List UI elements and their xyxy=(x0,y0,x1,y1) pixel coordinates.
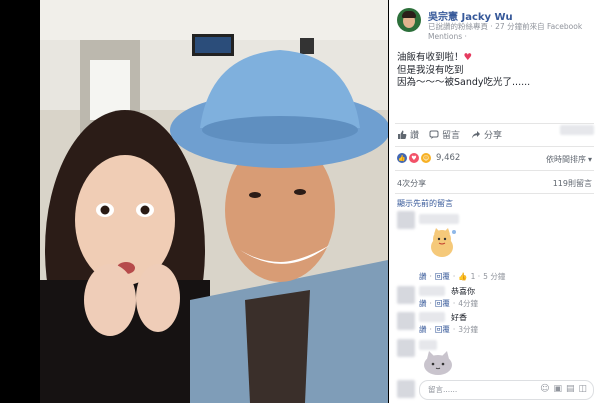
post-line-3: 因為～～～被Sandy吃光了...... xyxy=(397,77,531,88)
comment-footer: 讚 · 回覆 · 👍 1 · 5 分鐘 xyxy=(419,271,506,282)
blurred-content xyxy=(419,286,445,296)
comment-time: 3分鐘 xyxy=(458,325,479,334)
divider xyxy=(395,146,594,147)
comment-footer: 讚 · 回覆 · 4分鐘 xyxy=(419,298,479,309)
post-panel: 吳宗憲 Jacky Wu 已說讚的粉絲專頁 · 27 分鐘前來自 Faceboo… xyxy=(389,0,600,403)
comment-like-link[interactable]: 讚 xyxy=(419,298,427,309)
reaction-count: 9,462 xyxy=(436,153,461,163)
composer-avatar xyxy=(397,380,415,398)
comment-input-placeholder: 留言...... xyxy=(428,385,458,394)
comment-reply-link[interactable]: 回覆 xyxy=(435,298,450,309)
divider xyxy=(395,193,594,194)
like-icon xyxy=(398,130,407,139)
share-button[interactable]: 分享 xyxy=(471,128,502,141)
share-count[interactable]: 4次分享 xyxy=(397,178,426,189)
camera-icon[interactable]: ▣ xyxy=(553,384,562,394)
sort-dropdown[interactable]: 依時間排序 ▾ xyxy=(546,154,592,165)
comment-avatar[interactable] xyxy=(397,312,415,330)
comment-footer: 讚 · 回覆 · 3分鐘 xyxy=(419,324,479,335)
gif-icon[interactable]: ▤ xyxy=(566,384,575,394)
haha-reaction-icon: ☺ xyxy=(421,153,431,163)
avatar[interactable] xyxy=(397,8,421,32)
cat-sticker xyxy=(431,228,456,257)
comment-like-link[interactable]: 讚 xyxy=(419,324,427,335)
heart-icon: ♥ xyxy=(463,52,473,63)
chevron-down-icon: ▾ xyxy=(587,155,592,164)
comment-avatar[interactable] xyxy=(397,211,415,229)
blurred-content xyxy=(419,214,459,224)
comment-icon xyxy=(429,130,439,139)
photo-illustration xyxy=(40,0,388,403)
post-line-1: 油飯有收到啦！♥ xyxy=(397,52,473,63)
post-actions: 讚 留言 分享 xyxy=(389,128,600,144)
emoji-icon[interactable]: ☺ xyxy=(540,384,549,394)
post-line-2: 但是我沒有吃到 xyxy=(397,64,464,76)
like-icon: 👍 xyxy=(458,272,468,281)
author-name[interactable]: 吳宗憲 Jacky Wu xyxy=(428,8,513,23)
share-icon xyxy=(472,130,480,138)
comment-input[interactable]: 留言...... ☺ ▣ ▤ ◫ xyxy=(419,380,594,400)
comment-avatar[interactable] xyxy=(397,339,415,357)
comment-count[interactable]: 119則留言 xyxy=(553,178,592,189)
comment-button[interactable]: 留言 xyxy=(429,128,460,141)
comment-time: 5 分鐘 xyxy=(483,272,506,281)
like-reaction-icon: 👍 xyxy=(397,153,407,163)
comment-avatar[interactable] xyxy=(397,286,415,304)
comment-time: 4分鐘 xyxy=(458,299,479,308)
like-button[interactable]: 讚 xyxy=(397,128,419,141)
comment-reply-link[interactable]: 回覆 xyxy=(435,271,450,282)
comment-like-link[interactable]: 讚 xyxy=(419,271,427,282)
post-photo[interactable] xyxy=(40,0,388,403)
cat-sticker xyxy=(424,351,452,375)
post-meta: 已說讚的粉絲專頁 · 27 分鐘前來自 Facebook Mentions · xyxy=(428,22,583,41)
reaction-summary[interactable]: 👍 ♥ ☺ 9,462 xyxy=(397,153,460,163)
sticker-icon[interactable]: ◫ xyxy=(578,384,587,394)
comment-text: 好香 xyxy=(451,313,467,322)
divider xyxy=(395,123,594,124)
post-header: 吳宗憲 Jacky Wu 已說讚的粉絲專頁 · 27 分鐘前來自 Faceboo… xyxy=(397,6,594,41)
composer-icons: ☺ ▣ ▤ ◫ xyxy=(540,384,587,394)
comment-text: 恭喜你 xyxy=(451,287,475,296)
love-reaction-icon: ♥ xyxy=(409,153,419,163)
view-previous-comments[interactable]: 顯示先前的留言 xyxy=(397,198,453,209)
divider xyxy=(395,170,594,171)
comment-reply-link[interactable]: 回覆 xyxy=(435,324,450,335)
blurred-content xyxy=(419,312,445,322)
post-text: 油飯有收到啦！♥ 但是我沒有吃到 因為～～～被Sandy吃光了...... xyxy=(397,52,592,90)
